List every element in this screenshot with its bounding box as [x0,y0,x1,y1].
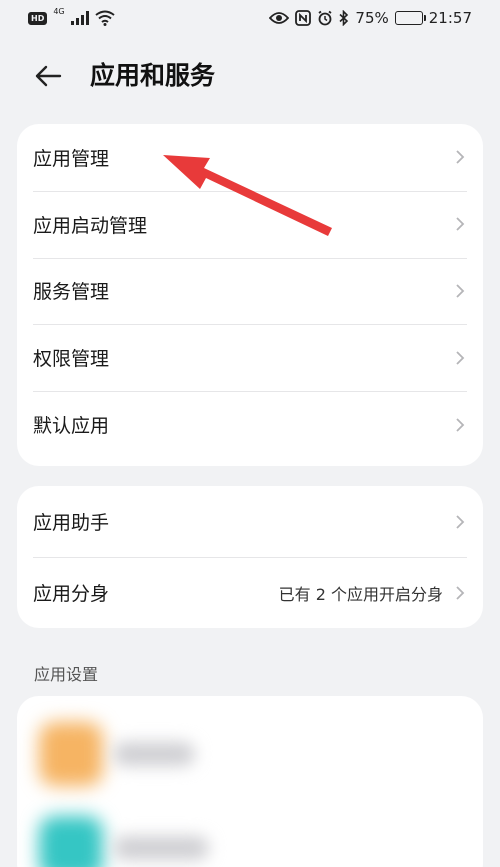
row-app-twin[interactable]: 应用分身 已有 2 个应用开启分身 [17,557,483,628]
battery-icon [394,11,426,25]
chevron-right-icon [453,416,467,434]
chevron-right-icon [453,148,467,166]
chevron-right-icon [453,349,467,367]
section-title: 应用设置 [34,665,99,684]
row-default-apps[interactable]: 默认应用 [17,391,483,458]
row-permission-management[interactable]: 权限管理 [17,324,483,391]
row-label: 应用管理 [33,147,110,170]
network-type: 4G [53,7,65,16]
row-label: 权限管理 [33,348,110,371]
row-value: 已有 2 个应用开启分身 [278,584,443,604]
bluetooth-icon [339,10,349,26]
app-list-blurred [17,696,483,867]
clock: 21:57 [428,9,472,27]
row-label: 服务管理 [33,281,110,304]
status-bar: HD 4G 75% 21:57 [0,0,500,36]
wifi-icon [95,10,115,26]
arrow-left-icon [35,65,62,87]
row-label: 应用助手 [33,512,110,534]
signal-icon [70,11,89,25]
status-bar-right: 75% 21:57 [269,9,472,27]
header: 应用和服务 [0,50,500,100]
chevron-right-icon [453,215,467,233]
app-name-blurred [113,836,209,860]
app-name-blurred [113,742,195,766]
row-label: 默认应用 [33,415,110,438]
battery-percent: 75% [355,9,389,27]
row-label: 应用启动管理 [33,214,148,237]
app-icon-blurred [39,722,103,786]
row-app-launch-management[interactable]: 应用启动管理 [17,190,483,258]
chevron-right-icon [453,584,467,602]
chevron-right-icon [453,513,467,531]
status-bar-left: HD 4G [28,7,115,26]
app-icon-blurred [39,816,103,867]
chevron-right-icon [453,282,467,300]
hd-icon: HD [28,11,48,25]
settings-card-main: 应用管理 应用启动管理 服务管理 权限管理 默认应用 [17,124,483,466]
settings-card-assist: 应用助手 应用分身 已有 2 个应用开启分身 [17,486,483,628]
row-service-management[interactable]: 服务管理 [17,257,483,325]
page-title: 应用和服务 [90,61,216,90]
eye-icon [269,12,290,24]
row-app-assistant[interactable]: 应用助手 [17,486,483,557]
row-app-management[interactable]: 应用管理 [17,124,483,191]
back-button[interactable] [30,58,66,94]
nfc-icon [295,10,312,26]
alarm-icon [318,10,332,26]
row-label: 应用分身 [33,583,110,605]
